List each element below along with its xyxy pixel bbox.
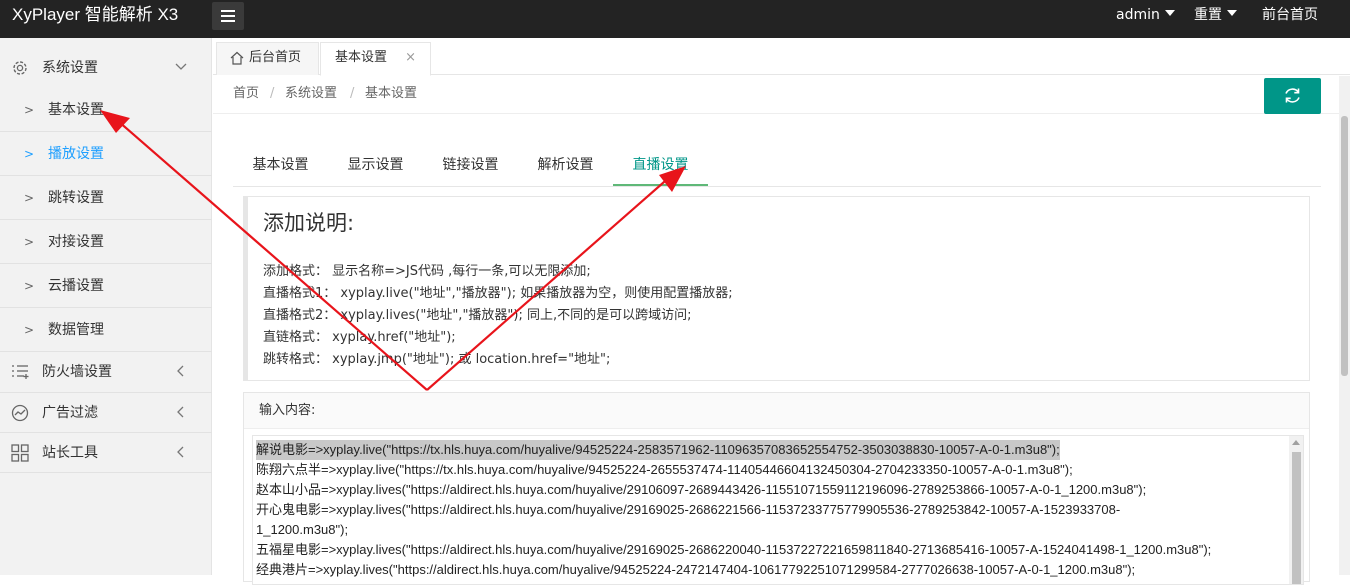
textarea-line: 五福星电影=>xyplay.lives("https://aldirect.hl…	[256, 542, 1212, 557]
sidebar-group-firewall[interactable]: 防火墙设置	[0, 352, 212, 392]
sidebar-item-redirect[interactable]: > 跳转设置	[0, 176, 212, 220]
list-icon	[12, 365, 29, 379]
panel-header: 输入内容:	[244, 393, 1309, 429]
instruction-line: 添加格式： 显示名称=>JS代码 ,每行一条,可以无限添加;	[263, 264, 591, 279]
breadcrumb-system[interactable]: 系统设置	[285, 76, 337, 112]
textarea-line: 陈翔六点半=>xyplay.live("https://tx.hls.huya.…	[256, 462, 1073, 477]
sidebar-group-label: 防火墙设置	[42, 364, 112, 380]
tab-links[interactable]: 链接设置	[423, 150, 518, 186]
hamburger-icon	[221, 10, 235, 22]
close-icon[interactable]: ×	[405, 43, 416, 73]
tab-label: 基本设置	[335, 50, 388, 65]
sidebar-item-label: 数据管理	[48, 322, 104, 338]
instructions-box: 添加说明: 添加格式： 显示名称=>JS代码 ,每行一条,可以无限添加; 直播格…	[243, 196, 1310, 381]
gear-icon	[13, 61, 27, 75]
sidebar-group-system[interactable]: 系统设置	[0, 48, 212, 88]
sidebar-item-label: 云播设置	[48, 278, 104, 294]
sidebar-item-integration[interactable]: > 对接设置	[0, 220, 212, 264]
tab-live[interactable]: 直播设置	[613, 150, 708, 186]
sidebar: 系统设置 > 基本设置 > 播放设置 > 跳转设置 > 对接设置 > 云播设置 …	[0, 38, 212, 575]
textarea-scrollbar[interactable]	[1289, 436, 1303, 584]
sidebar-group-webmaster[interactable]: 站长工具	[0, 433, 212, 473]
sidebar-item-data[interactable]: > 数据管理	[0, 308, 212, 352]
dashboard-icon	[11, 404, 29, 422]
breadcrumb-separator: /	[270, 86, 275, 101]
sidebar-group-label: 系统设置	[42, 60, 98, 76]
app-title: XyPlayer 智能解析 X3	[12, 5, 179, 24]
scrollbar-thumb[interactable]	[1292, 452, 1301, 584]
chevron-left-icon	[177, 446, 184, 458]
user-menu[interactable]: admin	[1116, 0, 1175, 32]
chevron-left-icon	[177, 365, 184, 377]
refresh-button[interactable]	[1264, 78, 1321, 114]
tab-label: 后台首页	[249, 50, 302, 65]
instructions-title: 添加说明:	[263, 211, 355, 235]
textarea-line: 1_1200.m3u8");	[256, 522, 349, 537]
sidebar-item-cloud[interactable]: > 云播设置	[0, 264, 212, 308]
reset-label: 重置	[1194, 7, 1222, 23]
sidebar-item-label: 基本设置	[48, 102, 104, 118]
scrollbar-thumb[interactable]	[1341, 116, 1348, 376]
home-icon	[230, 51, 244, 65]
sidebar-item-playback[interactable]: > 播放设置	[0, 132, 212, 176]
tab-basic-settings[interactable]: 基本设置 ×	[320, 42, 431, 76]
sidebar-group-ad-filter[interactable]: 广告过滤	[0, 393, 212, 433]
input-label: 输入内容:	[259, 403, 316, 418]
reset-menu[interactable]: 重置	[1194, 0, 1237, 32]
tab-display[interactable]: 显示设置	[328, 150, 423, 186]
chevron-down-icon	[175, 63, 187, 70]
divider	[0, 472, 212, 473]
tab-basic[interactable]: 基本设置	[233, 150, 328, 186]
textarea-line: 经典港片=>xyplay.lives("https://aldirect.hls…	[256, 562, 1136, 577]
sidebar-group-label: 站长工具	[42, 445, 98, 461]
instruction-line: 直链格式： xyplay.href("地址");	[263, 330, 456, 345]
breadcrumb: 首页 / 系统设置 / 基本设置	[213, 76, 1350, 114]
instruction-line: 直播格式2： xyplay.lives("地址","播放器"); 同上,不同的是…	[263, 308, 692, 323]
caret-down-icon	[1164, 10, 1175, 16]
tab-admin-home[interactable]: 后台首页	[216, 42, 319, 75]
textarea-line: 开心鬼电影=>xyplay.lives("https://aldirect.hl…	[256, 502, 1121, 517]
scroll-up-arrow-icon[interactable]	[1292, 440, 1300, 445]
sidebar-item-label: 对接设置	[48, 234, 104, 250]
chevron-right-icon: >	[24, 103, 35, 117]
tab-parsing[interactable]: 解析设置	[518, 150, 613, 186]
page-scrollbar[interactable]	[1339, 76, 1350, 575]
sidebar-item-label: 播放设置	[48, 146, 104, 162]
textarea-line: 赵本山小品=>xyplay.lives("https://aldirect.hl…	[256, 482, 1147, 497]
textarea-line: 解说电影=>xyplay.live("https://tx.hls.huya.c…	[256, 440, 1060, 460]
page-tabs: 后台首页 基本设置 ×	[213, 38, 1350, 76]
caret-down-icon	[1227, 10, 1237, 16]
instruction-line: 直播格式1： xyplay.live("地址","播放器"); 如果播放器为空，…	[263, 286, 733, 301]
instruction-line: 跳转格式： xyplay.jmp("地址"); 或 location.href=…	[263, 352, 611, 367]
chevron-right-icon: >	[24, 323, 35, 337]
breadcrumb-separator: /	[350, 86, 355, 101]
chevron-right-icon: >	[24, 235, 35, 249]
input-panel: 输入内容: 解说电影=>xyplay.live("https://tx.hls.…	[243, 392, 1310, 585]
user-name: admin	[1116, 7, 1160, 23]
chevron-right-icon: >	[24, 191, 35, 205]
chevron-right-icon: >	[24, 147, 35, 161]
chevron-left-icon	[177, 406, 184, 418]
menu-toggle-button[interactable]	[212, 2, 244, 30]
top-header: XyPlayer 智能解析 X3 admin 重置 前台首页	[0, 0, 1350, 38]
sidebar-group-label: 广告过滤	[42, 405, 98, 421]
breadcrumb-current: 基本设置	[365, 86, 418, 101]
live-config-textarea[interactable]: 解说电影=>xyplay.live("https://tx.hls.huya.c…	[252, 435, 1304, 585]
sidebar-item-label: 跳转设置	[48, 190, 104, 206]
grid-icon	[11, 444, 29, 462]
settings-tabs: 基本设置 显示设置 链接设置 解析设置 直播设置	[233, 150, 1321, 187]
main-content: 基本设置 显示设置 链接设置 解析设置 直播设置 添加说明: 添加格式： 显示名…	[213, 115, 1339, 585]
sidebar-item-basic[interactable]: > 基本设置	[0, 88, 212, 132]
chevron-right-icon: >	[24, 279, 35, 293]
refresh-icon	[1285, 88, 1300, 103]
breadcrumb-home[interactable]: 首页	[233, 76, 259, 112]
front-home-link[interactable]: 前台首页	[1262, 0, 1318, 32]
